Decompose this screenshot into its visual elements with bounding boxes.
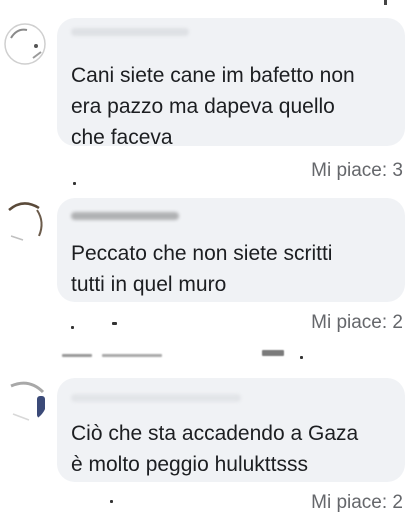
- comment-bubble[interactable]: Ciò che sta accadendo a Gaza è molto peg…: [57, 378, 405, 482]
- like-count[interactable]: Mi piace: 2: [311, 312, 403, 334]
- meta-dot: [71, 326, 74, 329]
- avatar[interactable]: [3, 198, 47, 242]
- meta-dot: [112, 322, 117, 325]
- comment-item: Peccato che non siete scritti tutti in q…: [0, 190, 413, 340]
- avatar[interactable]: [3, 378, 47, 422]
- meta-dot: [73, 182, 76, 185]
- meta-dot: [110, 500, 113, 503]
- comment-item: Ciò che sta accadendo a Gaza è molto peg…: [0, 370, 413, 532]
- comment-bubble[interactable]: Peccato che non siete scritti tutti in q…: [57, 198, 405, 302]
- author-name-redacted[interactable]: [71, 212, 179, 220]
- comment-text: Cani siete cane im bafetto non era pazzo…: [71, 64, 355, 149]
- hidden-reply-line[interactable]: [62, 350, 303, 360]
- comment-bubble[interactable]: Cani siete cane im bafetto non era pazzo…: [57, 18, 405, 149]
- like-count[interactable]: Mi piace: 3: [311, 160, 403, 182]
- author-name-redacted[interactable]: [71, 394, 241, 402]
- avatar-icon: [5, 380, 45, 421]
- comment-text: Ciò che sta accadendo a Gaza è molto peg…: [71, 422, 359, 476]
- avatar-icon: [5, 200, 45, 241]
- comment-item: Cani siete cane im bafetto non era pazzo…: [0, 0, 413, 190]
- avatar[interactable]: [3, 22, 47, 66]
- like-count[interactable]: Mi piace: 2: [311, 492, 403, 514]
- avatar-icon: [4, 23, 46, 65]
- comment-text: Peccato che non siete scritti tutti in q…: [71, 242, 333, 296]
- author-name-redacted[interactable]: [71, 28, 189, 36]
